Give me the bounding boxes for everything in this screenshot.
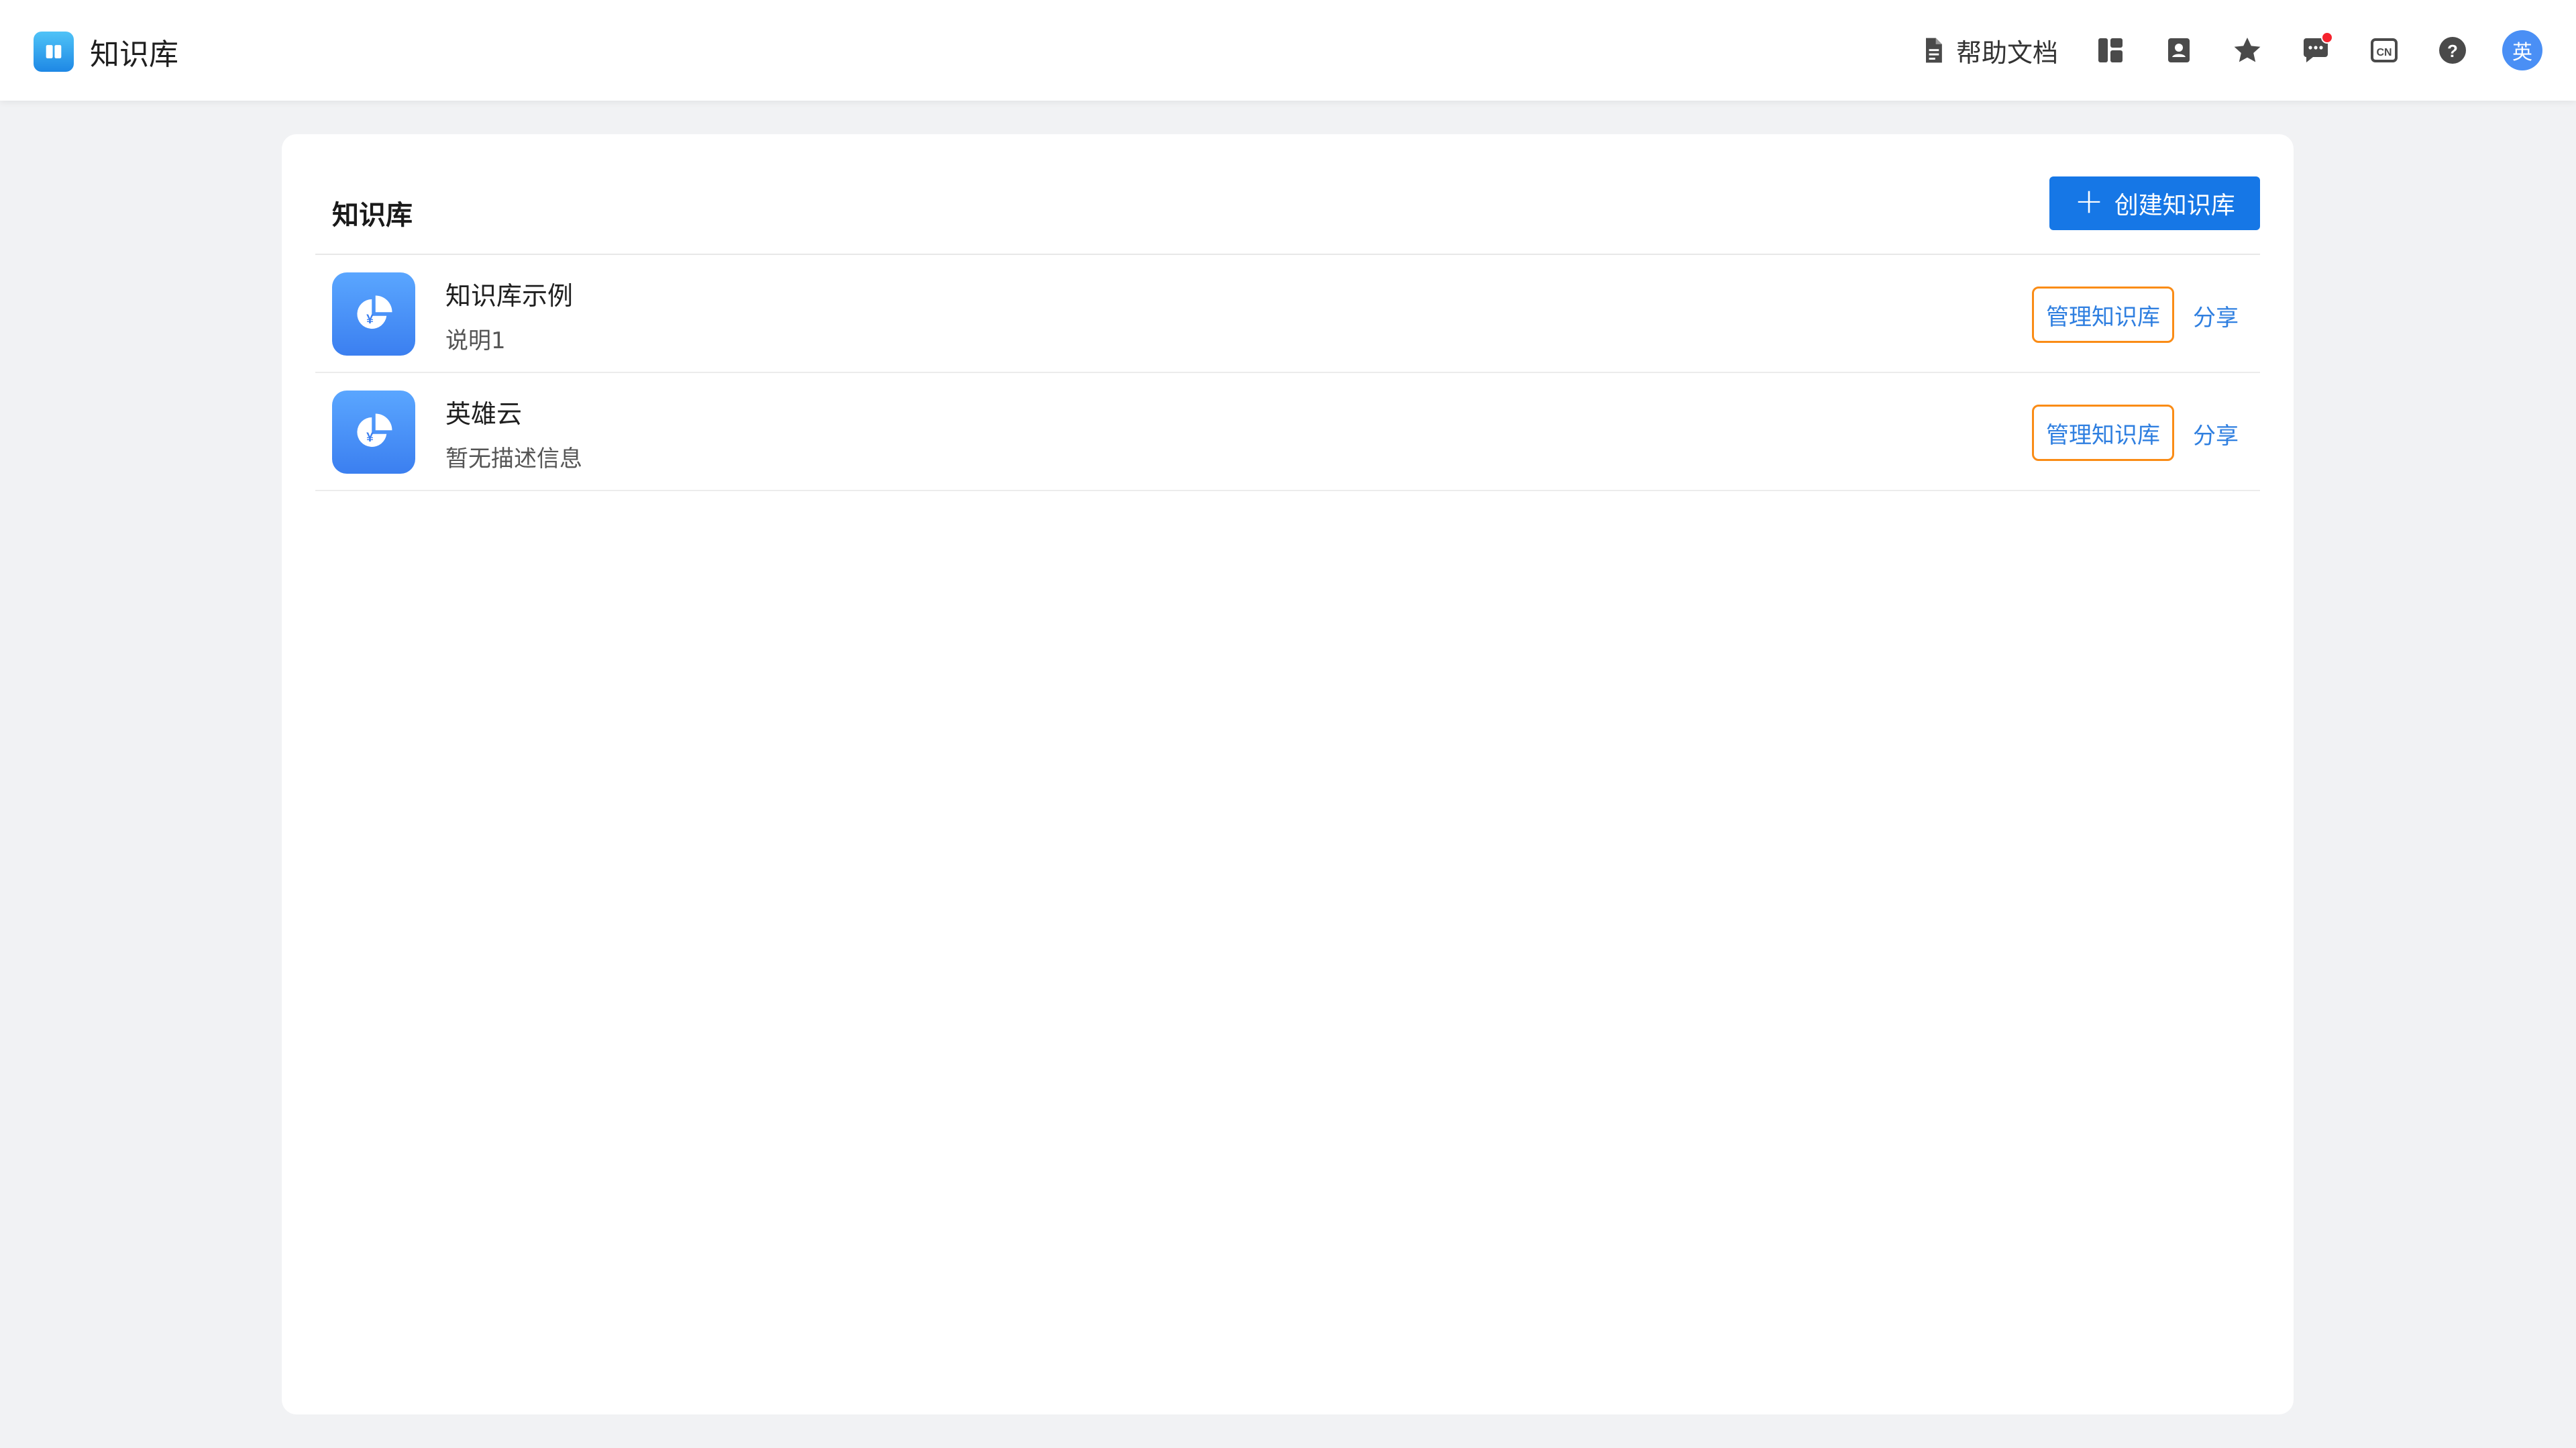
item-name[interactable]: 英雄云 [445, 393, 522, 430]
svg-text:CN: CN [2376, 47, 2392, 58]
manage-button[interactable]: 管理知识库 [2032, 405, 2174, 461]
top-bar: 知识库 帮助文档 CN ? 英 [0, 0, 2576, 101]
manage-button[interactable]: 管理知识库 [2032, 287, 2174, 343]
favorites-button[interactable] [2229, 32, 2266, 69]
language-cn-icon: CN [2371, 38, 2398, 62]
share-link[interactable]: 分享 [2193, 299, 2239, 332]
page-title: 知识库 [332, 200, 413, 231]
contacts-icon [2168, 38, 2190, 62]
notification-dot [2321, 32, 2333, 44]
document-icon [1925, 38, 1942, 63]
create-label: 创建知识库 [2114, 192, 2235, 219]
svg-text:¥: ¥ [366, 313, 374, 327]
create-knowledge-base-button[interactable]: + 创建知识库 [2049, 176, 2260, 230]
share-link[interactable]: 分享 [2193, 417, 2239, 450]
knowledge-base-list: ¥ 知识库示例 说明1 管理知识库 分享 ¥ 英雄云 暂无描述信息 管理知识库 … [315, 255, 2260, 491]
plus-icon: + [2074, 181, 2104, 221]
messages-button[interactable] [2297, 32, 2334, 69]
svg-text:¥: ¥ [366, 431, 374, 445]
language-button[interactable]: CN [2365, 32, 2403, 69]
help-docs-label: 帮助文档 [1955, 38, 2058, 68]
item-description: 暂无描述信息 [445, 446, 582, 472]
item-description: 说明1 [445, 327, 506, 354]
book-logo-icon [34, 32, 74, 72]
help-icon: ? [2439, 37, 2466, 64]
svg-text:?: ? [2447, 41, 2458, 61]
help-docs-link[interactable]: 帮助文档 [1919, 32, 2058, 69]
item-name[interactable]: 知识库示例 [445, 275, 573, 312]
card-header: 知识库 + 创建知识库 [315, 174, 2260, 255]
list-item[interactable]: ¥ 知识库示例 说明1 管理知识库 分享 [315, 255, 2260, 373]
layout-icon [2098, 38, 2123, 62]
header-toolbar: 帮助文档 CN ? 英 [1919, 27, 2542, 74]
user-avatar[interactable]: 英 [2502, 30, 2542, 70]
help-button[interactable]: ? [2434, 32, 2471, 69]
knowledge-base-card: 知识库 + 创建知识库 ¥ 知识库示例 说明1 管理知识库 分享 ¥ 英雄云 暂… [282, 134, 2294, 1414]
contacts-button[interactable] [2160, 32, 2198, 69]
list-item[interactable]: ¥ 英雄云 暂无描述信息 管理知识库 分享 [315, 373, 2260, 491]
finance-chart-icon: ¥ [332, 391, 415, 474]
layout-button[interactable] [2092, 32, 2129, 69]
brand[interactable]: 知识库 [34, 30, 178, 73]
star-icon [2234, 38, 2261, 62]
finance-chart-icon: ¥ [332, 272, 415, 356]
app-title: 知识库 [90, 38, 178, 72]
